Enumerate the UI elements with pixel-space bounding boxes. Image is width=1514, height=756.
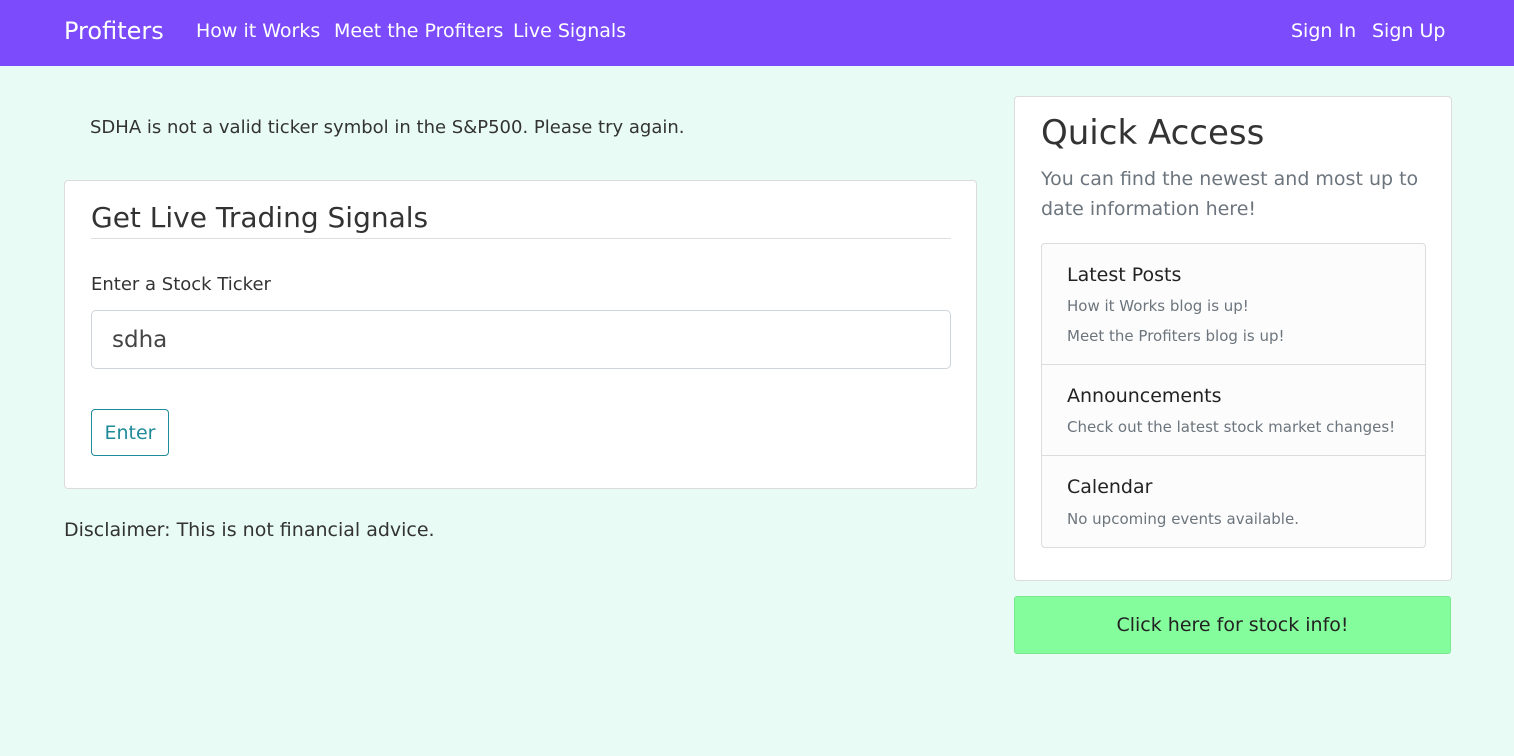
list-item-text: No upcoming events available. xyxy=(1067,510,1299,528)
sign-in-link[interactable]: Sign In xyxy=(1291,20,1356,42)
quick-access-card: Quick Access You can find the newest and… xyxy=(1014,96,1452,581)
enter-button[interactable]: Enter xyxy=(91,409,169,456)
list-item-announcements[interactable]: Announcements Check out the latest stock… xyxy=(1042,365,1425,456)
list-item-text: Check out the latest stock market change… xyxy=(1067,418,1396,436)
list-item-text: Meet the Profiters blog is up! xyxy=(1067,327,1285,345)
sign-up-link[interactable]: Sign Up xyxy=(1372,20,1445,42)
nav-link-how-it-works[interactable]: How it Works xyxy=(196,20,320,42)
top-navbar: Profiters How it Works Meet the Profiter… xyxy=(0,0,1514,66)
live-signals-card: Get Live Trading Signals Enter a Stock T… xyxy=(64,180,977,489)
ticker-label: Enter a Stock Ticker xyxy=(91,274,271,295)
list-item-title: Announcements xyxy=(1067,385,1222,407)
nav-link-meet-the-profiters[interactable]: Meet the Profiters xyxy=(334,20,503,42)
brand-logo[interactable]: Profiters xyxy=(64,17,164,45)
quick-access-list: Latest Posts How it Works blog is up! Me… xyxy=(1041,243,1426,548)
error-message: SDHA is not a valid ticker symbol in the… xyxy=(90,117,685,138)
list-item-title: Latest Posts xyxy=(1067,264,1182,286)
list-item-text: How it Works blog is up! xyxy=(1067,297,1249,315)
list-item-calendar[interactable]: Calendar No upcoming events available. xyxy=(1042,456,1425,547)
ticker-input[interactable] xyxy=(91,310,951,369)
quick-access-subtitle: You can find the newest and most up to d… xyxy=(1041,168,1419,220)
list-item-title: Calendar xyxy=(1067,476,1153,498)
title-divider xyxy=(91,238,951,239)
disclaimer-text: Disclaimer: This is not financial advice… xyxy=(64,519,435,541)
nav-link-live-signals[interactable]: Live Signals xyxy=(513,20,626,42)
quick-access-title: Quick Access xyxy=(1041,113,1265,153)
list-item-latest-posts[interactable]: Latest Posts How it Works blog is up! Me… xyxy=(1042,244,1425,365)
stock-info-button[interactable]: Click here for stock info! xyxy=(1014,596,1451,654)
card-title: Get Live Trading Signals xyxy=(91,201,429,234)
